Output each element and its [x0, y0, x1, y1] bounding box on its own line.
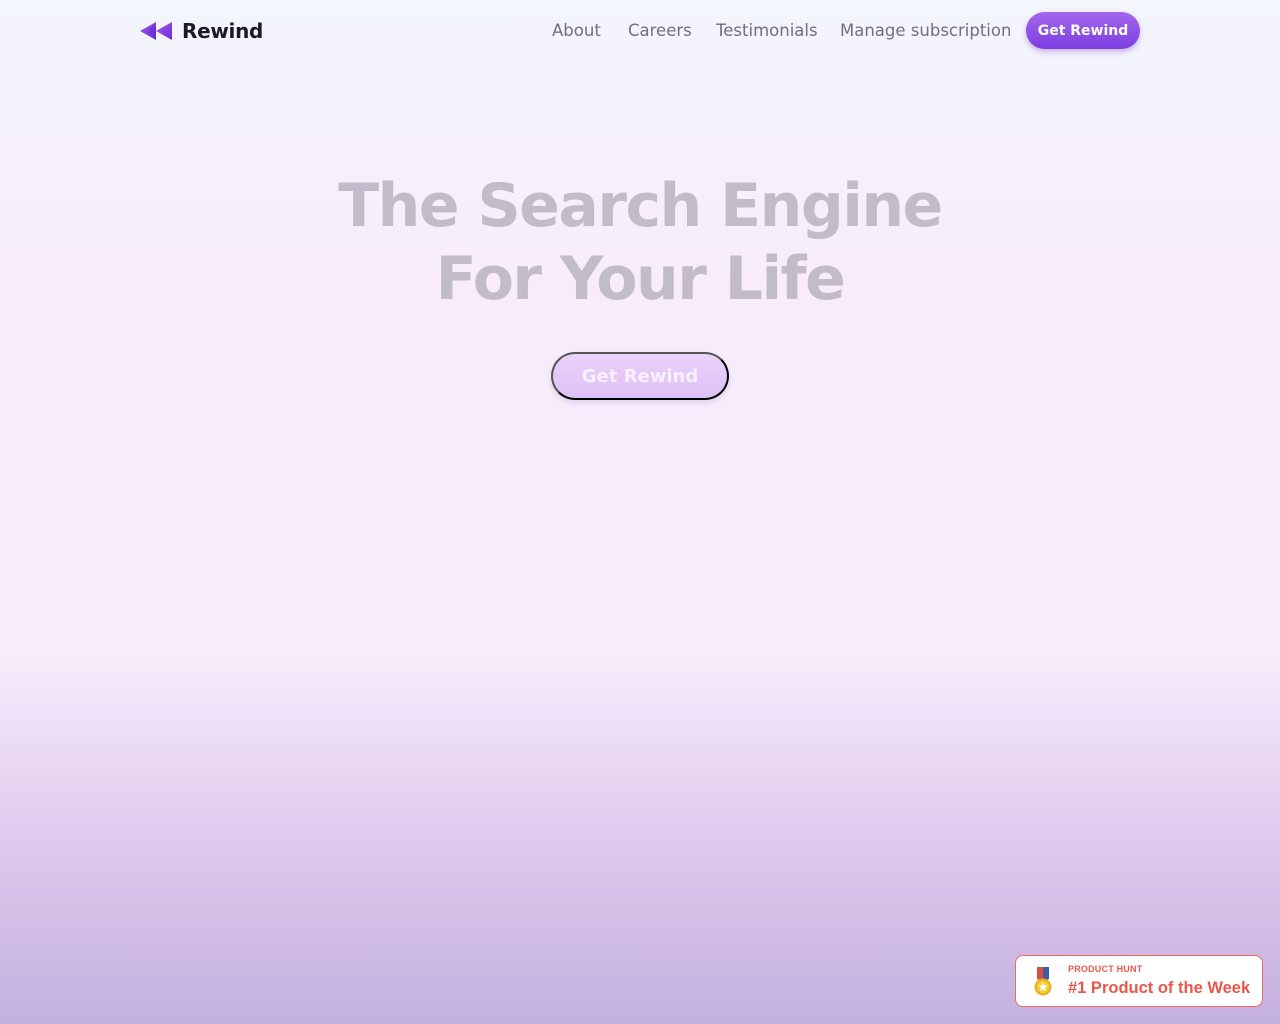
hero-title: The Search Engine For Your Life: [240, 170, 1040, 316]
get-rewind-hero-button[interactable]: Get Rewind: [551, 352, 729, 400]
product-hunt-title: #1 Product of the Week: [1068, 979, 1251, 997]
nav-link-testimonials[interactable]: Testimonials: [716, 20, 818, 42]
nav-link-about[interactable]: About: [552, 20, 601, 42]
product-hunt-text: PRODUCT HUNT #1 Product of the Week: [1068, 965, 1250, 997]
medal-icon: [1033, 967, 1053, 997]
nav-link-careers[interactable]: Careers: [628, 20, 692, 42]
product-hunt-badge[interactable]: PRODUCT HUNT #1 Product of the Week: [1015, 955, 1263, 1007]
get-rewind-nav-button[interactable]: Get Rewind: [1026, 12, 1140, 49]
top-navigation: Rewind About Careers Testimonials Manage…: [0, 0, 1280, 62]
hero-title-line-1: The Search Engine: [338, 171, 943, 241]
product-hunt-kicker: PRODUCT HUNT: [1068, 964, 1143, 974]
nav-link-manage-subscription[interactable]: Manage subscription: [840, 20, 1011, 42]
hero-title-line-2: For Your Life: [435, 244, 846, 314]
